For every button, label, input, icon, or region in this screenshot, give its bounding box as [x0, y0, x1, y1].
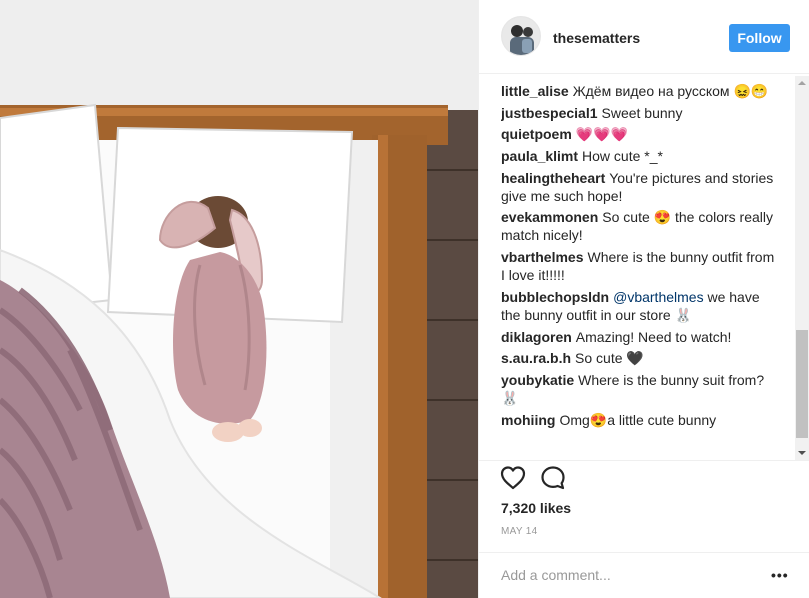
comment-username[interactable]: little_alise — [501, 83, 569, 99]
avatar[interactable] — [501, 16, 541, 56]
comment-username[interactable]: healingtheheart — [501, 170, 605, 186]
post-author-username[interactable]: thesematters — [553, 30, 640, 46]
comment-username[interactable]: s.au.ra.b.h — [501, 350, 571, 366]
comment-item: little_alise Ждём видео на русском 😖😁 — [501, 82, 779, 100]
comment-username[interactable]: quietpoem — [501, 126, 572, 142]
add-comment-input[interactable] — [501, 565, 751, 585]
scroll-down-arrow-icon[interactable] — [795, 446, 809, 460]
comment-username[interactable]: mohiing — [501, 412, 555, 428]
comment-mention-link[interactable]: @vbarthelmes — [613, 289, 703, 305]
comment-text: So cute 🖤 — [575, 350, 644, 367]
post-photo[interactable] — [0, 0, 478, 598]
post-header: thesematters Follow — [479, 0, 809, 74]
comment-item: evekammonen So cute 😍 the colors really m… — [501, 208, 779, 244]
post-actions — [479, 460, 809, 496]
comment-item: s.au.ra.b.h So cute 🖤 — [501, 349, 779, 367]
likes-count[interactable]: 7,320 likes — [501, 500, 571, 516]
comment-text: How cute *_* — [582, 148, 663, 165]
comment-text: Sweet bunny — [601, 104, 683, 121]
follow-button[interactable]: Follow — [729, 24, 790, 52]
add-comment-bar: ••• — [479, 552, 809, 598]
scroll-up-arrow-icon[interactable] — [795, 76, 809, 90]
avatar-image — [502, 17, 540, 55]
comment-text: 💗💗💗 — [575, 126, 629, 143]
speech-bubble-icon[interactable] — [539, 464, 567, 492]
comment-username[interactable]: youbykatie — [501, 372, 574, 388]
comment-username[interactable]: vbarthelmes — [501, 249, 583, 265]
comments-list[interactable]: little_alise Ждём видео на русском 😖😁 just… — [501, 82, 779, 460]
comment-item: vbarthelmes Where is the bunny outfit fro… — [501, 248, 779, 284]
comment-item: healingtheheart You're pictures and stori… — [501, 169, 779, 205]
ellipsis-icon[interactable]: ••• — [771, 567, 789, 583]
post-side-panel: thesematters Follow little_alise Ждём вид… — [478, 0, 809, 598]
post-photo-image — [0, 0, 478, 598]
comment-username[interactable]: evekammonen — [501, 209, 598, 225]
comment-item: mohiing Omg😍a little cute bunny — [501, 411, 779, 429]
comment-username[interactable]: paula_klimt — [501, 148, 578, 164]
comment-item: paula_klimt How cute *_* — [501, 147, 779, 165]
scrollbar-thumb[interactable] — [796, 330, 808, 438]
comment-item: diklagoren Amazing! Need to watch! — [501, 328, 779, 346]
comment-item: justbespecial1 Sweet bunny — [501, 104, 779, 122]
comment-username[interactable]: bubblechopsldn — [501, 289, 609, 305]
comment-item: bubblechopsldn @vbarthelmes we have the b… — [501, 288, 779, 324]
post-date[interactable]: MAY 14 — [501, 526, 537, 537]
heart-outline-icon[interactable] — [499, 464, 527, 492]
comment-text: Ждём видео на русском 😖😁 — [572, 83, 769, 99]
comment-item: quietpoem 💗💗💗 — [501, 125, 779, 143]
comment-text: Amazing! Need to watch! — [575, 328, 732, 345]
comment-username[interactable]: diklagoren — [501, 329, 572, 345]
comment-username[interactable]: justbespecial1 — [501, 105, 598, 121]
comment-text: Omg😍a little cute bunny — [559, 411, 717, 428]
comment-item: youbykatie Where is the bunny suit from? … — [501, 371, 779, 407]
